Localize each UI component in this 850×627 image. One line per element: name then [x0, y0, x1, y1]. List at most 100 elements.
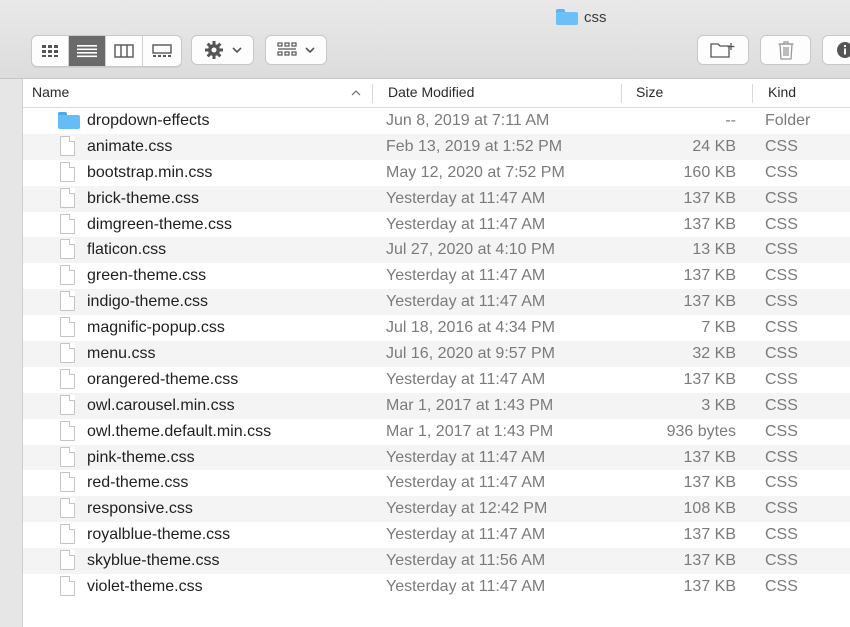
- table-row[interactable]: owl.theme.default.min.css Mar 1, 2017 at …: [23, 419, 850, 445]
- file-name: animate.css: [87, 137, 173, 155]
- column-header-name[interactable]: Name: [32, 79, 69, 107]
- file-size: 137 KB: [683, 526, 736, 544]
- column-header: Name Date Modified Size Kind: [23, 79, 850, 108]
- file-kind: CSS: [765, 293, 798, 311]
- table-row[interactable]: magnific-popup.css Jul 18, 2016 at 4:34 P…: [23, 315, 850, 341]
- column-header-date[interactable]: Date Modified: [388, 79, 474, 107]
- window-title: css: [556, 7, 607, 27]
- table-row[interactable]: pink-theme.css Yesterday at 11:47 AM 137 K…: [23, 444, 850, 471]
- document-icon: [60, 317, 75, 338]
- file-date-modified: Jun 8, 2019 at 7:11 AM: [386, 112, 550, 129]
- table-row[interactable]: responsive.css Yesterday at 12:42 PM 108 K…: [23, 496, 850, 523]
- table-row[interactable]: orangered-theme.css Yesterday at 11:47 AM…: [23, 367, 850, 393]
- document-icon: [60, 291, 75, 312]
- file-kind: CSS: [765, 526, 798, 544]
- table-row[interactable]: menu.css Jul 16, 2020 at 9:57 PM 32 KB CSS: [23, 341, 850, 367]
- file-name: menu.css: [87, 345, 156, 363]
- file-name: pink-theme.css: [87, 448, 195, 466]
- table-row[interactable]: flaticon.css Jul 27, 2020 at 4:10 PM 13 KB…: [23, 237, 850, 264]
- document-icon: [60, 187, 75, 208]
- file-name: owl.carousel.min.css: [87, 396, 235, 414]
- column-header-kind[interactable]: Kind: [768, 79, 796, 107]
- file-date-modified: Yesterday at 11:47 AM: [386, 370, 546, 388]
- sort-ascending-icon[interactable]: [351, 89, 361, 96]
- document-icon: [60, 472, 75, 493]
- file-name: royalblue-theme.css: [87, 526, 231, 544]
- table-row[interactable]: dimgreen-theme.css Yesterday at 11:47 AM 1…: [23, 212, 850, 238]
- file-kind: Folder: [765, 112, 811, 129]
- file-kind: CSS: [765, 422, 798, 440]
- new-folder-button[interactable]: [697, 35, 749, 65]
- file-name: owl.theme.default.min.css: [87, 422, 272, 440]
- new-folder-icon: [710, 43, 735, 58]
- file-date-modified: Yesterday at 11:47 AM: [386, 189, 546, 207]
- table-row[interactable]: skyblue-theme.css Yesterday at 11:56 AM 13…: [23, 548, 850, 575]
- file-kind: CSS: [765, 474, 798, 492]
- file-date-modified: Jul 27, 2020 at 4:10 PM: [386, 241, 555, 259]
- delete-button[interactable]: [760, 35, 811, 65]
- action-menu-button[interactable]: [191, 35, 254, 65]
- file-size: 137 KB: [683, 578, 736, 596]
- table-row[interactable]: royalblue-theme.css Yesterday at 11:47 AM…: [23, 522, 850, 548]
- group-menu-button[interactable]: [265, 35, 327, 65]
- file-kind: CSS: [765, 189, 798, 207]
- list-view-button[interactable]: [69, 36, 106, 66]
- group-grid-icon: [277, 42, 297, 56]
- file-kind: CSS: [765, 448, 798, 466]
- column-header-size[interactable]: Size: [636, 79, 663, 107]
- table-row[interactable]: animate.css Feb 13, 2019 at 1:52 PM 24 KB C…: [23, 133, 850, 160]
- window-title-text: css: [584, 8, 607, 26]
- document-icon: [60, 498, 75, 519]
- file-kind: CSS: [765, 137, 798, 155]
- icon-view-button[interactable]: [32, 36, 69, 66]
- file-date-modified: Yesterday at 11:47 AM: [386, 293, 546, 311]
- file-size: 137 KB: [683, 293, 736, 311]
- document-icon: [60, 524, 75, 545]
- gallery-icon: [151, 44, 172, 57]
- file-date-modified: Feb 13, 2019 at 1:52 PM: [386, 137, 563, 155]
- document-icon: [60, 239, 75, 260]
- column-view-button[interactable]: [106, 36, 143, 66]
- document-icon: [60, 446, 75, 467]
- file-kind: CSS: [765, 163, 798, 181]
- table-row[interactable]: green-theme.css Yesterday at 11:47 AM 137 …: [23, 263, 850, 289]
- file-size: 160 KB: [683, 163, 736, 181]
- grid-icon: [42, 45, 58, 57]
- table-row[interactable]: owl.carousel.min.css Mar 1, 2017 at 1:43 …: [23, 392, 850, 419]
- get-info-button[interactable]: [822, 35, 850, 65]
- table-row[interactable]: dropdown-effects Jun 8, 2019 at 7:11 AM --…: [23, 108, 850, 134]
- folder-icon: [58, 110, 80, 129]
- document-icon: [60, 265, 75, 286]
- file-size: 936 bytes: [666, 422, 736, 440]
- file-date-modified: Mar 1, 2017 at 1:43 PM: [386, 422, 554, 440]
- column-header-name-label: Name: [32, 84, 70, 100]
- view-mode-control: [31, 35, 182, 67]
- file-size: 7 KB: [701, 319, 736, 337]
- table-row[interactable]: red-theme.css Yesterday at 11:47 AM 137 KB…: [23, 470, 850, 496]
- table-row[interactable]: brick-theme.css Yesterday at 11:47 AM 137 …: [23, 185, 850, 212]
- file-list: Name Date Modified Size Kind dropdown-ef…: [23, 79, 850, 627]
- file-size: 24 KB: [692, 137, 736, 155]
- toolbar: css: [0, 0, 850, 79]
- file-name: dropdown-effects: [87, 112, 210, 129]
- file-kind: CSS: [765, 267, 798, 285]
- file-date-modified: Jul 16, 2020 at 9:57 PM: [386, 345, 555, 363]
- file-size: 137 KB: [683, 448, 736, 466]
- file-size: 137 KB: [683, 215, 736, 233]
- list-icon: [77, 45, 97, 58]
- file-name: bootstrap.min.css: [87, 163, 213, 181]
- file-size: 137 KB: [683, 474, 736, 492]
- file-name: skyblue-theme.css: [87, 552, 220, 570]
- column-header-date-label: Date Modified: [388, 84, 475, 100]
- file-size: 137 KB: [683, 189, 736, 207]
- folder-icon: [556, 9, 578, 25]
- file-name: red-theme.css: [87, 474, 189, 492]
- table-row[interactable]: indigo-theme.css Yesterday at 11:47 AM 137…: [23, 289, 850, 316]
- file-size: 137 KB: [683, 370, 736, 388]
- file-date-modified: Yesterday at 11:47 AM: [386, 267, 546, 285]
- table-row[interactable]: bootstrap.min.css May 12, 2020 at 7:52 PM…: [23, 160, 850, 186]
- table-row[interactable]: violet-theme.css Yesterday at 11:47 AM 137…: [23, 574, 850, 600]
- chevron-down-icon: [231, 46, 242, 53]
- column-header-kind-label: Kind: [768, 84, 797, 100]
- gallery-view-button[interactable]: [143, 36, 180, 66]
